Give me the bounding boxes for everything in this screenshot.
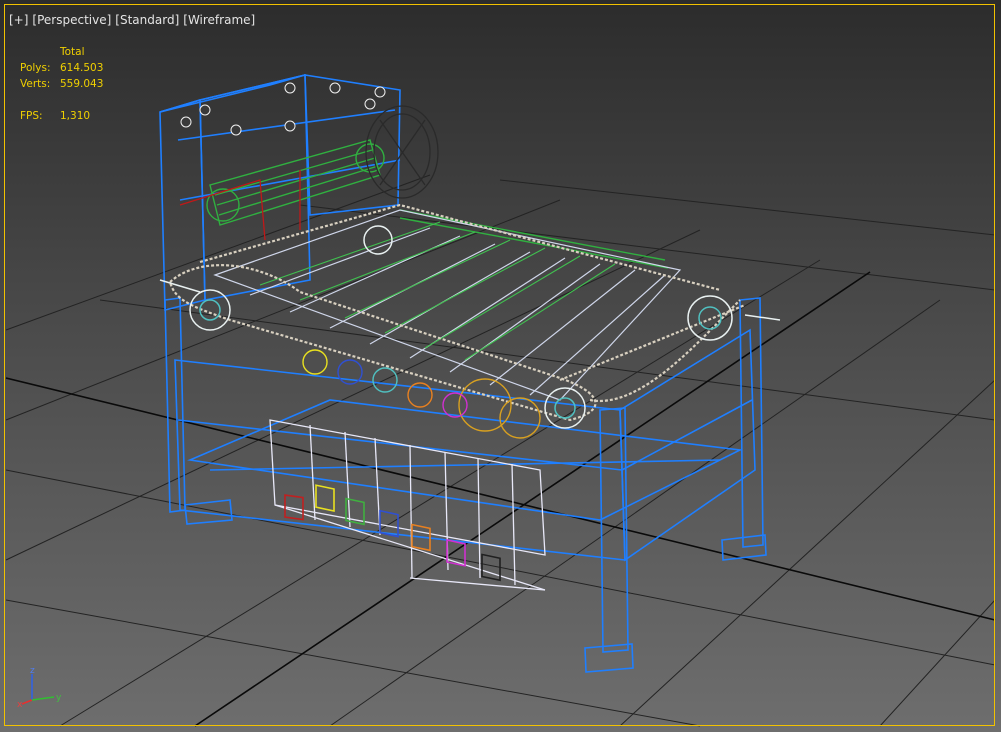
bin-assembly: [269, 419, 546, 591]
stats-verts-row: Verts: 559.043: [20, 76, 103, 92]
ground-grid: [5, 174, 996, 727]
flywheel: [365, 105, 439, 199]
z-axis-label: z: [30, 666, 35, 676]
scene-statistics: Total Polys: 614.503 Verts: 559.043 FPS:…: [20, 44, 103, 124]
viewport-shading-standard[interactable]: [Standard]: [115, 13, 179, 27]
stats-polys-row: Polys: 614.503: [20, 60, 103, 76]
stats-polys-value: 614.503: [60, 62, 104, 74]
wireframe-scene[interactable]: [0, 0, 1001, 732]
stats-verts-label: Verts:: [20, 78, 51, 90]
stats-verts-value: 559.043: [60, 78, 104, 90]
y-axis-label: y: [56, 693, 62, 703]
stats-header: Total: [60, 46, 85, 58]
axis-tripod-icon: z x y: [17, 666, 62, 708]
y-axis-line: [31, 696, 55, 701]
viewport-display-mode[interactable]: [Wireframe]: [183, 13, 255, 27]
stats-fps-row: FPS: 1,310: [20, 108, 103, 124]
viewport-point-of-view[interactable]: [Perspective]: [32, 13, 111, 27]
stats-fps-value: 1,310: [60, 110, 91, 122]
stats-polys-label: Polys:: [20, 62, 51, 74]
stats-fps-label: FPS:: [20, 110, 43, 122]
perspective-viewport[interactable]: [+] [Perspective] [Standard] [Wireframe] To…: [0, 0, 1001, 732]
gear-cluster: [302, 349, 541, 439]
viewport-label-bar: [+] [Perspective] [Standard] [Wireframe]: [9, 12, 255, 28]
x-axis-label: x: [17, 700, 23, 708]
bearings: [180, 82, 386, 136]
x-axis-line: [21, 699, 33, 705]
viewport-menu-plus[interactable]: [+]: [9, 13, 28, 27]
